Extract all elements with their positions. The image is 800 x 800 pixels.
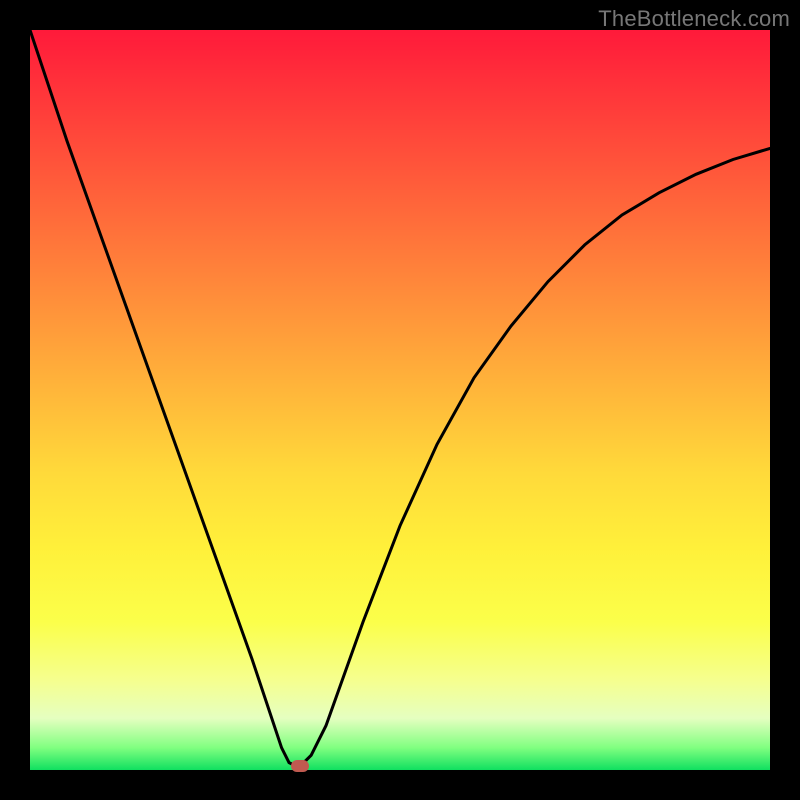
chart-frame: TheBottleneck.com [0,0,800,800]
bottleneck-marker [291,760,309,772]
watermark-text: TheBottleneck.com [598,6,790,32]
bottleneck-curve [30,30,770,766]
curve-layer [30,30,770,770]
